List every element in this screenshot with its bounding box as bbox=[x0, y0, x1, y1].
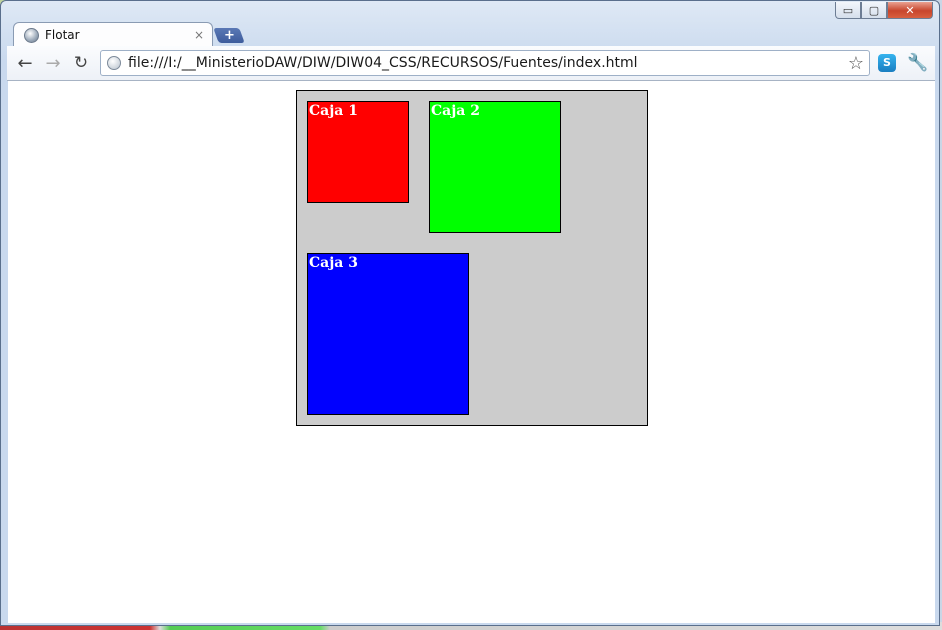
close-tab-icon[interactable]: × bbox=[192, 28, 206, 42]
box-3-label: Caja 3 bbox=[309, 255, 358, 271]
box-2-label: Caja 2 bbox=[431, 103, 480, 119]
tab-flotar[interactable]: Flotar × bbox=[13, 22, 213, 47]
new-tab-button[interactable]: + bbox=[213, 28, 245, 43]
minimize-button[interactable]: ▭ bbox=[835, 2, 861, 19]
arrow-left-icon: ← bbox=[17, 52, 33, 74]
star-icon[interactable]: ☆ bbox=[848, 53, 864, 74]
globe-icon bbox=[24, 27, 39, 43]
browser-toolbar: ← → ↻ file:///I:/__MinisterioDAW/DIW/DIW… bbox=[7, 46, 935, 81]
box-2: Caja 2 bbox=[429, 101, 561, 233]
box-1-label: Caja 1 bbox=[309, 103, 358, 119]
close-window-button[interactable]: ✕ bbox=[887, 2, 933, 19]
page-info-icon[interactable] bbox=[107, 56, 121, 70]
page-viewport: Caja 1 Caja 2 Caja 3 bbox=[8, 81, 935, 623]
address-bar[interactable]: file:///I:/__MinisterioDAW/DIW/DIW04_CSS… bbox=[100, 50, 870, 76]
reload-icon: ↻ bbox=[73, 53, 89, 73]
url-text[interactable]: file:///I:/__MinisterioDAW/DIW/DIW04_CSS… bbox=[128, 55, 848, 71]
wrench-icon[interactable]: 🔧 bbox=[907, 53, 928, 73]
back-button[interactable]: ← bbox=[14, 52, 36, 74]
container-box: Caja 1 Caja 2 Caja 3 bbox=[296, 90, 648, 426]
forward-button[interactable]: → bbox=[42, 52, 64, 74]
maximize-button[interactable]: ▢ bbox=[861, 2, 887, 19]
reload-button[interactable]: ↻ bbox=[70, 52, 92, 74]
box-1: Caja 1 bbox=[307, 101, 409, 203]
box-3: Caja 3 bbox=[307, 253, 469, 415]
arrow-right-icon: → bbox=[45, 52, 61, 74]
plus-icon: + bbox=[223, 28, 235, 43]
tab-strip: Flotar × + bbox=[9, 21, 909, 47]
tab-title: Flotar bbox=[45, 28, 80, 42]
window-controls: ▭ ▢ ✕ bbox=[835, 2, 933, 19]
browser-window: ▭ ▢ ✕ Flotar × + ← → ↻ file:///I:/__Mini… bbox=[0, 0, 940, 626]
skype-extension-icon[interactable]: S bbox=[878, 54, 896, 72]
